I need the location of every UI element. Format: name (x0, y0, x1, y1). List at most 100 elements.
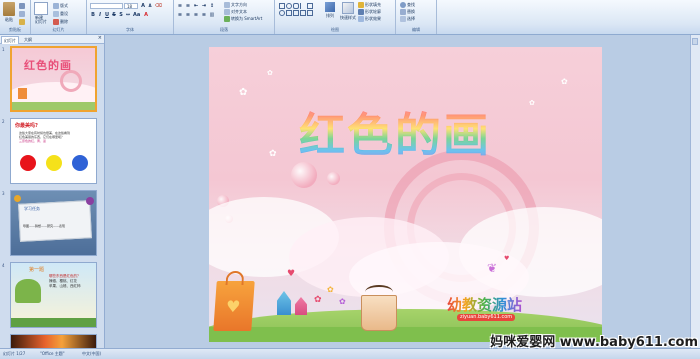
logo-text: 幼教资源站 (447, 296, 523, 314)
clipboard-icon (3, 2, 15, 16)
slide-canvas[interactable]: ✿ ✿ ✿ ✿ ✿ 红色的画 ♥ ✿ ✿ ✿ ♥ ❦ ♥ 幼教资源站 ziyua… (209, 47, 602, 342)
new-slide-button[interactable]: 新建 幻灯片 (34, 2, 48, 24)
rounded-rect-shape-icon[interactable] (293, 3, 299, 9)
font-size-combo[interactable]: 18 (124, 3, 138, 9)
spacing-icon[interactable]: ↔ (125, 12, 131, 18)
align-center-icon[interactable]: ≡ (185, 12, 191, 18)
close-pane-icon[interactable]: × (98, 35, 102, 41)
find-label: 查找 (407, 2, 415, 7)
find-icon (400, 2, 406, 8)
reset-label: 重设 (60, 11, 68, 16)
grow-font-icon[interactable]: A (140, 3, 146, 9)
quick-styles-label: 快速样式 (340, 15, 356, 20)
circle-shape-icon[interactable] (279, 10, 285, 16)
shape-outline-label: 形状轮廓 (365, 9, 381, 14)
heart-icon: ♥ (504, 255, 510, 262)
strikethrough-icon[interactable]: S (111, 12, 117, 18)
font-group-label: 字体 (126, 27, 134, 32)
align-text-button[interactable]: 对齐文本 (224, 9, 247, 15)
align-right-icon[interactable]: ≡ (193, 12, 199, 18)
italic-icon[interactable]: I (97, 12, 103, 18)
rectangle-shape-icon[interactable] (279, 3, 285, 9)
slide-thumbnail-3[interactable]: 学习任务 导图——猜想——研究——表现 (10, 190, 97, 256)
change-case-icon[interactable]: Aa (133, 12, 140, 18)
shape-fill-button[interactable]: 形状填充 (358, 2, 381, 8)
slide-thumbnail-2[interactable]: 你最美吗? 这些大家在有时候也很美，在这些看到 红色美丽的东西，它们在哪里呢？ … (10, 118, 97, 184)
format-painter-icon[interactable] (19, 19, 25, 25)
text-direction-button[interactable]: 文字方向 (224, 2, 247, 8)
smartart-button[interactable]: 转换为 SmartArt (224, 16, 262, 22)
flower-icon: ✿ (339, 297, 346, 306)
shape-fill-label: 形状填充 (365, 2, 381, 7)
oval-shape-icon[interactable] (286, 3, 292, 9)
smartart-label: 转换为 SmartArt (231, 16, 263, 21)
reset-button[interactable]: 重设 (53, 11, 68, 17)
select-label: 选择 (407, 16, 415, 21)
butterfly-icon: ❦ (487, 261, 498, 275)
line-shape-icon[interactable] (300, 3, 306, 9)
columns-icon[interactable]: ▥ (209, 12, 215, 18)
layout-label: 版式 (60, 3, 68, 8)
shopping-bag-icon: ♥ (213, 271, 255, 331)
quick-styles-button[interactable]: 快速样式 (340, 2, 356, 21)
slide-counter: 幻灯片 1/27 (3, 351, 26, 356)
shape-effects-button[interactable]: 形状效果 (358, 16, 381, 22)
font-name-combo[interactable] (90, 3, 123, 9)
scroll-thumb[interactable] (692, 38, 698, 45)
arrow-shape-icon[interactable] (293, 10, 299, 16)
paste-button[interactable]: 粘贴 (3, 2, 15, 23)
slide-title[interactable]: 红色的画 (299, 99, 491, 165)
line-spacing-icon[interactable]: ↕ (209, 3, 215, 9)
replace-icon (400, 9, 406, 15)
house-icon (295, 297, 307, 315)
slide-thumbnail-4[interactable]: 第一题 哪些东西是红色的？ 辣椒、樱桃、红花 苹果、山楂、西红柿 (10, 262, 97, 328)
star-shape-icon[interactable] (300, 10, 306, 16)
text-direction-label: 文字方向 (231, 2, 247, 7)
cut-icon[interactable] (19, 3, 25, 9)
shape-outline-button[interactable]: 形状轮廓 (358, 9, 381, 15)
tab-slides[interactable]: 幻灯片 (1, 36, 19, 44)
vertical-scrollbar[interactable] (690, 35, 700, 348)
clear-format-icon[interactable]: ⌫ (155, 3, 162, 9)
delete-slide-button[interactable]: 删除 (53, 19, 68, 25)
editing-group: 查找 替换 选择 编辑 (396, 0, 437, 34)
copy-icon[interactable] (19, 11, 25, 17)
find-button[interactable]: 查找 (400, 2, 415, 8)
arrange-button[interactable]: 排列 (325, 2, 335, 19)
justify-icon[interactable]: ≡ (201, 12, 207, 18)
slide-thumbnail-1[interactable]: 红色的画 (10, 46, 97, 112)
layout-button[interactable]: 版式 (53, 3, 68, 9)
thumb-title: 学习任务 (24, 206, 40, 211)
select-button[interactable]: 选择 (400, 16, 415, 22)
decrease-indent-icon[interactable]: ⇤ (193, 3, 199, 9)
bullets-icon[interactable]: ≡ (177, 3, 183, 9)
effects-icon (358, 16, 364, 22)
triangle-shape-icon[interactable] (286, 10, 292, 16)
underline-icon[interactable]: U (104, 12, 110, 18)
heart-icon: ♥ (225, 297, 241, 316)
bold-icon[interactable]: B (90, 12, 96, 18)
shrink-font-icon[interactable]: A (147, 3, 153, 9)
blue-circle (72, 155, 88, 171)
bag-icon (18, 88, 27, 99)
slide-number: 1 (2, 47, 5, 52)
pot-plant-icon (365, 285, 393, 299)
watermark-text: 妈咪爱婴网 www.baby611.com (490, 335, 698, 350)
shadow-icon[interactable]: S (118, 12, 124, 18)
brace-shape-icon[interactable] (307, 10, 313, 16)
quick-styles-icon (342, 2, 354, 14)
numbering-icon[interactable]: ≡ (185, 3, 191, 9)
tab-outline[interactable]: 大纲 (22, 36, 34, 43)
slide-number: 2 (2, 119, 5, 124)
clipboard-group: 粘贴 剪贴板 (0, 0, 31, 34)
replace-button[interactable]: 替换 (400, 9, 415, 15)
align-left-icon[interactable]: ≡ (177, 12, 183, 18)
thumb-text: 哪些东西是红色的？ 辣椒、樱桃、红花 苹果、山楂、西红柿 (49, 274, 81, 288)
font-color-icon[interactable]: A (143, 12, 149, 18)
ribbon: 粘贴 剪贴板 新建 幻灯片 版式 重设 删除 幻灯片 18 A A ⌫ B I … (0, 0, 700, 35)
thumb-title: 第一题 (29, 267, 45, 273)
slide-thumbnail-5[interactable] (10, 334, 97, 348)
increase-indent-icon[interactable]: ⇥ (201, 3, 207, 9)
textbox-shape-icon[interactable] (307, 3, 313, 9)
flower-icon: ✿ (314, 295, 322, 305)
